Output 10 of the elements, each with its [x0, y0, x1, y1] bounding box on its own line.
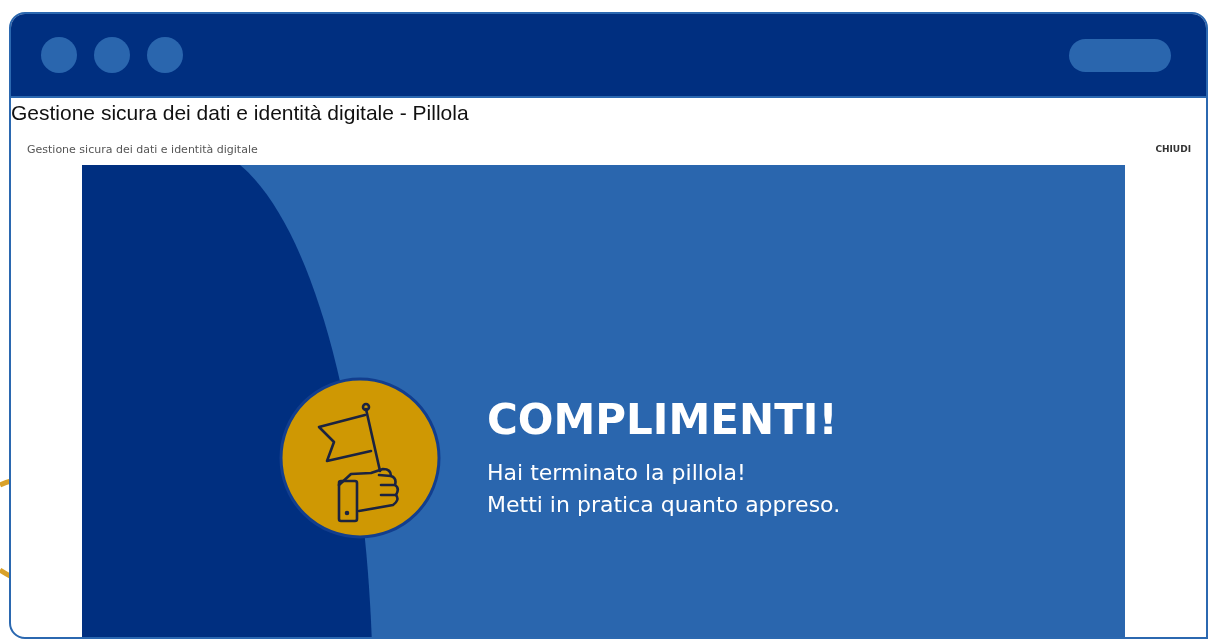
slide-message: Hai terminato la pillola! [487, 459, 747, 487]
slide-message: Metti in pratica quanto appreso. [487, 491, 841, 519]
hand-flag-icon [279, 377, 441, 539]
slide-heading: COMPLIMENTI! [487, 395, 839, 445]
page-title: Gestione sicura dei dati e identità digitale - Pillola [11, 100, 470, 126]
close-link[interactable]: CHIUDI [1155, 144, 1191, 154]
window-dot-icon [41, 37, 77, 73]
course-title: Gestione sicura dei dati e identità digitale [27, 142, 258, 156]
window-dot-icon [147, 37, 183, 73]
window-dot-icon [94, 37, 130, 73]
